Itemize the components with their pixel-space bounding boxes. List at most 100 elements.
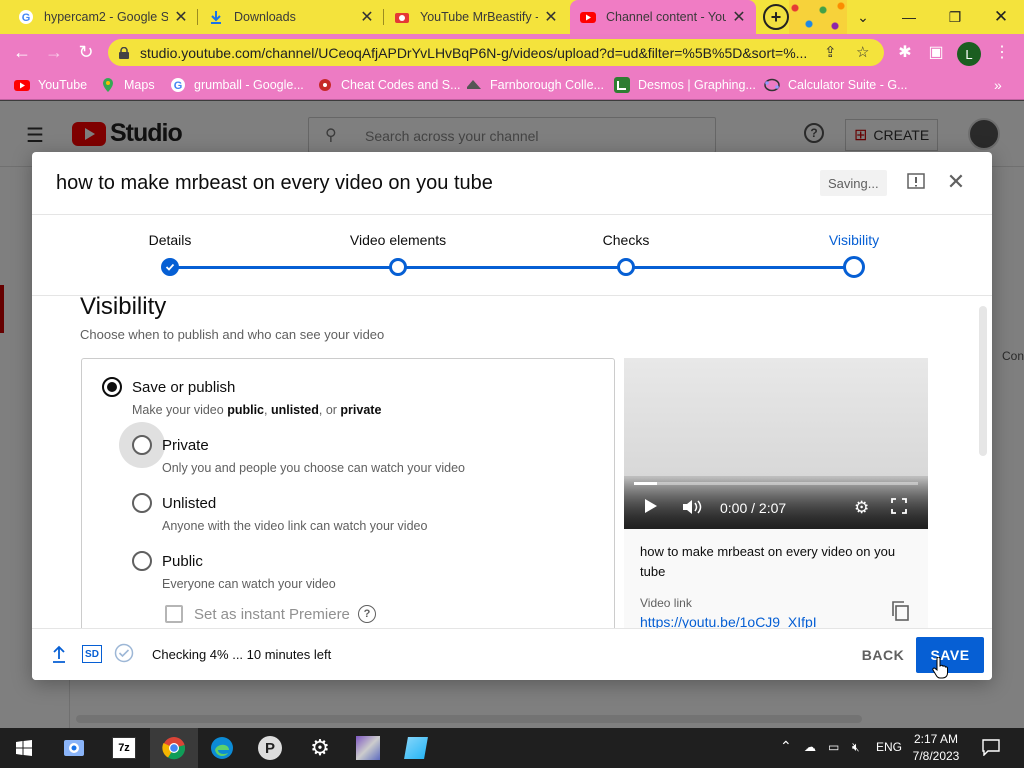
step-checks-dot[interactable]	[617, 258, 635, 276]
player-controls: 0:00 / 2:07 ⚙	[624, 476, 928, 529]
taskbar-hypercam[interactable]	[50, 728, 98, 768]
bookmark-farnborough[interactable]: Farnborough Colle...	[466, 75, 604, 95]
tab-mrbeastify[interactable]: YouTube MrBeastify - Chrome Web Store ✕	[384, 0, 568, 34]
bookmark-grumball[interactable]: Ggrumball - Google...	[170, 75, 304, 95]
video-player[interactable]: 0:00 / 2:07 ⚙	[624, 358, 928, 529]
taskbar-app-notes[interactable]	[392, 728, 440, 768]
close-icon[interactable]: ✕	[360, 7, 374, 27]
more-bookmarks-icon[interactable]: »	[994, 75, 1002, 95]
close-icon[interactable]: ✕	[174, 7, 188, 27]
bookmark-star-icon[interactable]: ☆	[856, 43, 869, 61]
sd-quality-icon[interactable]: SD	[82, 645, 102, 663]
video-link[interactable]: https://youtu.be/1oCJ9_XIfpI	[640, 614, 817, 628]
menu-icon[interactable]: ⋮	[992, 42, 1012, 62]
bookmark-desmos[interactable]: Desmos | Graphing...	[614, 75, 756, 95]
step-visibility-dot[interactable]	[843, 256, 865, 278]
language-indicator[interactable]: ENG	[876, 740, 902, 754]
taskbar-clock[interactable]: 2:17 AM 7/8/2023	[906, 731, 966, 765]
network-icon[interactable]: ▭	[828, 740, 839, 754]
step-visibility[interactable]: Visibility	[829, 232, 879, 248]
address-bar[interactable]: studio.youtube.com/channel/UCeoqAfjAPDrY…	[108, 39, 884, 66]
windows-logo-icon	[16, 740, 32, 756]
close-icon[interactable]: ✕	[732, 7, 746, 27]
start-button[interactable]	[0, 728, 48, 768]
game-app-icon	[356, 736, 380, 760]
bookmark-cheat-codes[interactable]: Cheat Codes and S...	[317, 75, 461, 95]
side-panel-icon[interactable]: ▣	[926, 42, 946, 62]
close-dialog-icon[interactable]: ✕	[944, 169, 968, 194]
onedrive-icon[interactable]: ☁	[804, 740, 816, 754]
volume-muted-icon[interactable]: 🔇︎	[852, 740, 860, 755]
geogebra-icon	[764, 78, 780, 92]
taskbar-edge[interactable]	[198, 728, 246, 768]
upload-stepper: Details Video elements Checks Visibility	[32, 214, 992, 296]
step-checks[interactable]: Checks	[603, 232, 650, 248]
private-radio[interactable]	[132, 435, 152, 455]
hand-cursor-icon	[932, 657, 948, 679]
reload-icon[interactable]: ↻	[75, 41, 97, 63]
upload-icon[interactable]	[52, 645, 66, 663]
google-icon: G	[19, 10, 33, 24]
back-arrow-icon[interactable]: ←	[11, 41, 33, 63]
hypercam-icon	[64, 740, 84, 756]
fullscreen-icon[interactable]	[891, 498, 907, 514]
bookmark-label: YouTube	[38, 78, 88, 92]
back-button[interactable]: BACK	[852, 637, 914, 673]
lock-icon[interactable]	[118, 46, 130, 59]
progress-bar[interactable]	[634, 482, 918, 485]
close-icon[interactable]: ✕	[544, 7, 558, 27]
step-details[interactable]: Details	[149, 232, 192, 248]
chrome-icon	[162, 737, 186, 760]
taskbar-app-game[interactable]	[344, 728, 392, 768]
unlisted-radio[interactable]	[132, 493, 152, 513]
settings-gear-icon[interactable]: ⚙	[854, 498, 869, 518]
tab-channel-content[interactable]: Channel content - YouTube Studio ✕	[570, 0, 756, 34]
notification-icon[interactable]	[982, 738, 1000, 756]
play-icon[interactable]	[644, 498, 658, 514]
window-close-icon[interactable]: ✕	[978, 0, 1024, 34]
step-video-elements-dot[interactable]	[389, 258, 407, 276]
step-video-elements[interactable]: Video elements	[350, 232, 446, 248]
save-button[interactable]: SAVE	[916, 637, 984, 673]
college-icon	[467, 80, 481, 89]
checks-status-icon[interactable]	[114, 643, 134, 663]
maximize-icon[interactable]: ❐	[932, 0, 978, 34]
tab-downloads[interactable]: Downloads ✕	[198, 0, 384, 34]
copy-icon[interactable]	[890, 600, 912, 622]
youtube-icon	[580, 12, 596, 23]
desmos-icon	[614, 77, 630, 93]
taskbar-app-p[interactable]: P	[246, 728, 294, 768]
minimize-icon[interactable]: —	[886, 0, 932, 34]
public-radio[interactable]	[132, 551, 152, 571]
new-tab-button[interactable]: +	[763, 4, 789, 30]
tab-title: YouTube MrBeastify - Chrome Web Store	[420, 10, 538, 24]
show-hidden-icons[interactable]: ⌃	[780, 738, 792, 755]
bookmark-maps[interactable]: Maps	[100, 75, 155, 95]
download-icon	[211, 11, 221, 24]
step-details-checkmark-icon[interactable]	[161, 258, 179, 276]
instant-premiere-checkbox[interactable]	[165, 605, 183, 623]
vertical-scrollbar[interactable]	[979, 306, 987, 456]
help-icon[interactable]: ?	[358, 605, 376, 623]
tab-search-icon[interactable]: ⌄	[840, 0, 886, 34]
share-icon[interactable]: ⇪	[824, 43, 837, 61]
tab-title: Downloads	[234, 10, 296, 24]
toolbar: ← → ↻ studio.youtube.com/channel/UCeoqAf…	[0, 34, 1024, 70]
extensions-icon[interactable]: ✱	[895, 42, 915, 62]
bookmarks-bar: YouTube Maps Ggrumball - Google... Cheat…	[0, 70, 1024, 100]
profile-avatar[interactable]: L	[957, 42, 981, 66]
forward-arrow-icon[interactable]: →	[43, 41, 65, 63]
tab-strip: G hypercam2 - Google Search ✕ Downloads …	[0, 0, 1024, 34]
tab-hypercam2[interactable]: G hypercam2 - Google Search ✕	[8, 0, 198, 34]
taskbar-7zip[interactable]: 7z	[100, 728, 148, 768]
save-publish-radio[interactable]	[102, 377, 122, 397]
bookmark-youtube[interactable]: YouTube	[14, 75, 87, 95]
youtube-icon	[14, 80, 30, 91]
7zip-icon: 7z	[112, 737, 136, 759]
taskbar-chrome[interactable]	[150, 728, 198, 768]
feedback-icon[interactable]	[904, 170, 928, 194]
bookmark-calculator[interactable]: Calculator Suite - G...	[764, 75, 908, 95]
taskbar-settings[interactable]: ⚙	[296, 728, 344, 768]
volume-icon[interactable]	[682, 498, 704, 516]
tab-title: Channel content - YouTube Studio	[606, 10, 726, 24]
